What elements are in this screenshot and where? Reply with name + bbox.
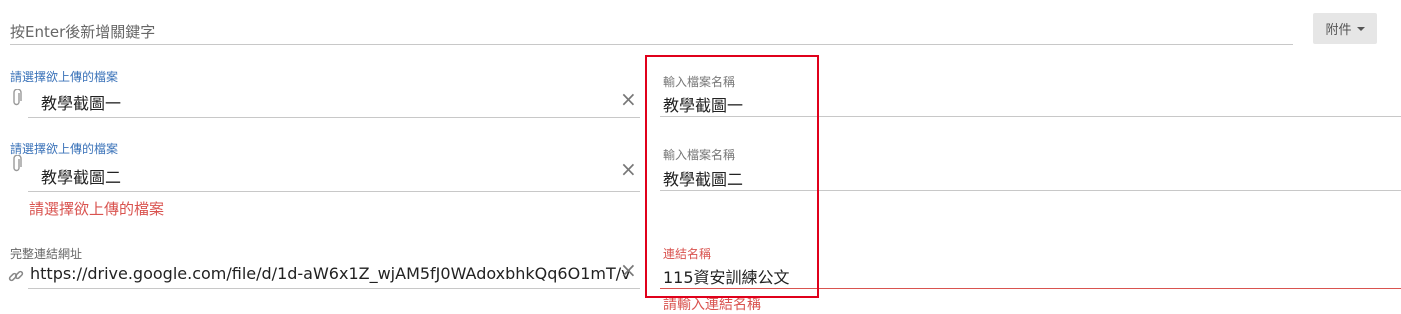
url-label: 完整連結網址	[10, 247, 83, 261]
link-name-input-value: 115資安訓練公文	[663, 268, 790, 287]
file-input-1-value: 教學截圖一	[41, 94, 122, 113]
clear-file-1-icon[interactable]: ×	[620, 89, 637, 109]
attach-dropdown-button[interactable]: 附件	[1313, 13, 1377, 44]
keyword-input-underline	[10, 44, 1293, 45]
paperclip-icon	[11, 154, 23, 177]
file-name-input-1-value: 教學截圖一	[663, 96, 744, 115]
file-name-label-2: 輸入檔案名稱	[663, 148, 736, 162]
url-input-underline	[28, 288, 640, 289]
caret-down-icon	[1356, 26, 1365, 31]
url-input[interactable]: https://drive.google.com/file/d/1d-aW6x1…	[28, 262, 640, 288]
link-name-label: 連結名稱	[663, 247, 712, 261]
keyword-input-placeholder: 按Enter後新增關鍵字	[10, 23, 156, 41]
file-name-input-1[interactable]: 教學截圖一	[660, 90, 1401, 116]
attach-button-label: 附件	[1325, 23, 1352, 38]
link-name-error: 請輸入連結名稱	[663, 297, 761, 313]
file-input-2-error: 請選擇欲上傳的檔案	[29, 200, 165, 218]
upload-label-1: 請選擇欲上傳的檔案	[10, 70, 119, 84]
file-name-label-1: 輸入檔案名稱	[663, 75, 736, 89]
file-name-input-2-underline	[660, 190, 1401, 191]
paperclip-icon	[11, 88, 23, 111]
upload-label-2: 請選擇欲上傳的檔案	[10, 142, 119, 156]
file-name-input-2[interactable]: 教學截圖二	[660, 164, 1401, 190]
clear-file-2-icon[interactable]: ×	[620, 159, 637, 179]
link-name-input[interactable]: 115資安訓練公文	[660, 262, 1401, 288]
clear-url-icon[interactable]: ×	[620, 260, 637, 280]
link-name-input-underline	[660, 288, 1401, 289]
file-input-2-value: 教學截圖二	[41, 168, 122, 187]
file-input-2-underline	[28, 191, 640, 192]
keyword-input[interactable]: 按Enter後新增關鍵字	[10, 18, 1293, 44]
file-input-2[interactable]: 教學截圖二	[28, 162, 640, 190]
file-name-input-2-value: 教學截圖二	[663, 170, 744, 189]
file-input-1-underline	[28, 117, 640, 118]
file-name-input-1-underline	[660, 116, 1401, 117]
file-input-1[interactable]: 教學截圖一	[28, 88, 640, 116]
link-icon	[8, 268, 24, 288]
url-input-value: https://drive.google.com/file/d/1d-aW6x1…	[30, 264, 631, 283]
